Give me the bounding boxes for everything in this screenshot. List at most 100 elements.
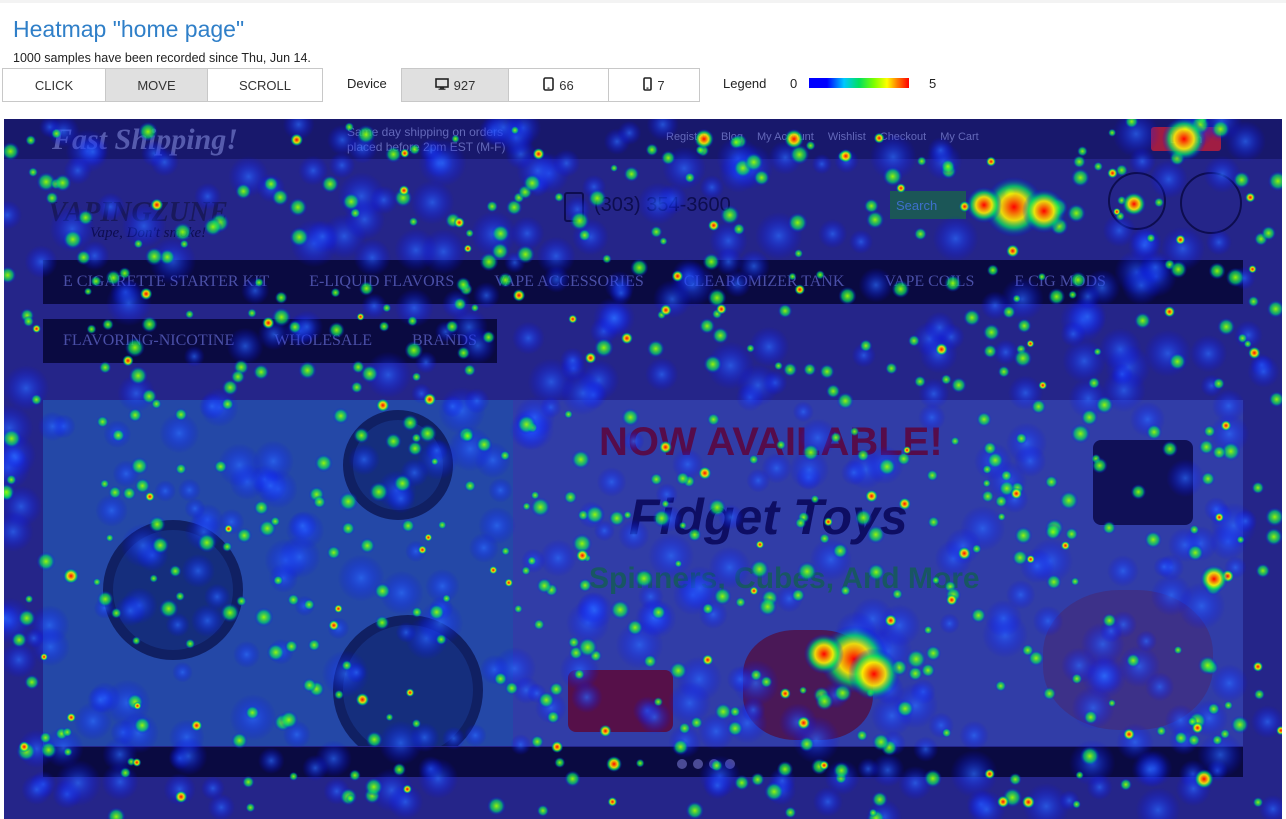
heat-spot [1189,334,1228,373]
heat-spot [24,594,34,604]
nav-item[interactable]: VAPE ACCESSORIES [494,273,644,291]
heat-spot [513,191,525,204]
nav-item[interactable]: E CIG MODS [1014,273,1106,291]
fast-shipping-banner: Fast Shipping! [52,123,238,156]
desktop-device-button[interactable]: 927 [401,68,509,102]
heat-spot [1130,225,1162,258]
heat-spot [20,308,35,323]
heat-spot [1134,312,1152,330]
heat-spot [868,808,878,818]
top-link[interactable]: My Account [757,131,814,143]
heat-spot [594,337,614,358]
heat-spot [1062,339,1107,383]
fidget-cube-image [1093,440,1193,525]
heat-spot [793,248,804,259]
top-link[interactable]: Checkout [880,131,926,143]
heat-spot [706,341,755,390]
carousel-dot[interactable] [677,759,687,769]
heat-spot [885,362,898,375]
heat-spot [402,784,413,794]
move-mode-button[interactable]: MOVE [105,68,208,102]
heat-spot [732,222,746,236]
top-links: Register Blog My Account Wishlist Checko… [666,131,979,143]
heat-spot [1245,192,1256,203]
heat-spot [646,339,665,358]
mode-selector: CLICK MOVE SCROLL [2,68,323,102]
heat-spot [5,474,17,486]
login-button[interactable]: Log in [1151,127,1221,151]
heat-spot [465,228,474,238]
heat-spot [1144,329,1192,378]
heat-spot [871,791,888,808]
carousel-dot[interactable] [725,759,735,769]
heat-spot [1200,374,1223,397]
heat-spot [24,674,40,690]
heat-spot [512,321,545,355]
search-icon[interactable] [1108,172,1166,230]
carousel-dot[interactable] [693,759,703,769]
heat-spot [4,200,22,230]
heat-spot [445,212,461,229]
heat-spot [16,741,37,762]
nav-item[interactable]: VAPE COILS [884,273,974,291]
nav-item[interactable]: CLEAROMIZER TANK [684,273,845,291]
heat-spot [1002,787,1023,808]
heat-spot [1047,197,1068,218]
heat-spot [522,173,542,193]
scroll-mode-button[interactable]: SCROLL [207,68,323,102]
heat-spot [940,158,956,174]
heat-spot [364,787,381,804]
heat-spot [787,212,808,233]
heat-spot [322,214,367,259]
promo-banner[interactable]: NOW AVAILABLE! Fidget Toys Spinners, Cub… [43,400,1243,746]
click-mode-button[interactable]: CLICK [2,68,106,102]
heat-spot [536,804,549,817]
heat-spot [950,377,967,393]
heat-spot [1247,295,1260,308]
carousel-dot[interactable] [709,759,719,769]
heat-spot [709,221,748,261]
top-link[interactable]: Blog [721,131,743,143]
heat-spot [505,199,523,216]
page-title: Heatmap "home page" [13,16,245,42]
heat-spot [323,777,351,805]
heat-spot [982,323,1001,342]
heat-spot [746,343,755,353]
mobile-device-button[interactable]: 7 [608,68,700,102]
heat-spot [1093,161,1104,172]
heat-spot [1237,333,1248,344]
cart-icon[interactable] [1180,172,1242,234]
nav-item[interactable]: E CIGARETTE STARTER KIT [63,273,269,291]
heat-spot [228,156,270,198]
heat-spot [207,793,236,819]
heat-spot [1250,705,1282,739]
tablet-device-button[interactable]: 66 [508,68,609,102]
heat-spot [393,188,413,208]
heat-spot [1135,787,1181,819]
heat-spot [32,324,42,334]
heat-spot [23,628,44,649]
top-border [0,0,1286,3]
nav-item[interactable]: E-LIQUID FLAVORS [309,273,454,291]
top-link[interactable]: My Cart [940,131,979,143]
heat-spot [1071,168,1090,187]
nav-item[interactable]: BRANDS [412,332,477,350]
heat-spot [863,198,879,214]
heat-spot [106,807,126,819]
heat-spot [1021,795,1036,809]
nav-item[interactable]: WHOLESALE [274,332,372,350]
site-search-input[interactable]: Search [890,191,966,219]
heat-spot [1255,563,1271,579]
heatmap-preview[interactable]: Fast Shipping! Same day shipping on orde… [4,119,1282,819]
heat-spot [1002,305,1016,319]
heat-spot [1254,232,1268,246]
heat-spot [11,631,28,648]
heat-spot [984,177,1044,237]
top-link[interactable]: Wishlist [828,131,866,143]
heat-spot [22,315,35,328]
nav-item[interactable]: FLAVORING-NICOTINE [63,332,234,350]
top-link[interactable]: Register [666,131,707,143]
heat-spot [753,169,770,186]
heat-spot [510,216,545,251]
heat-spot [1022,189,1066,233]
